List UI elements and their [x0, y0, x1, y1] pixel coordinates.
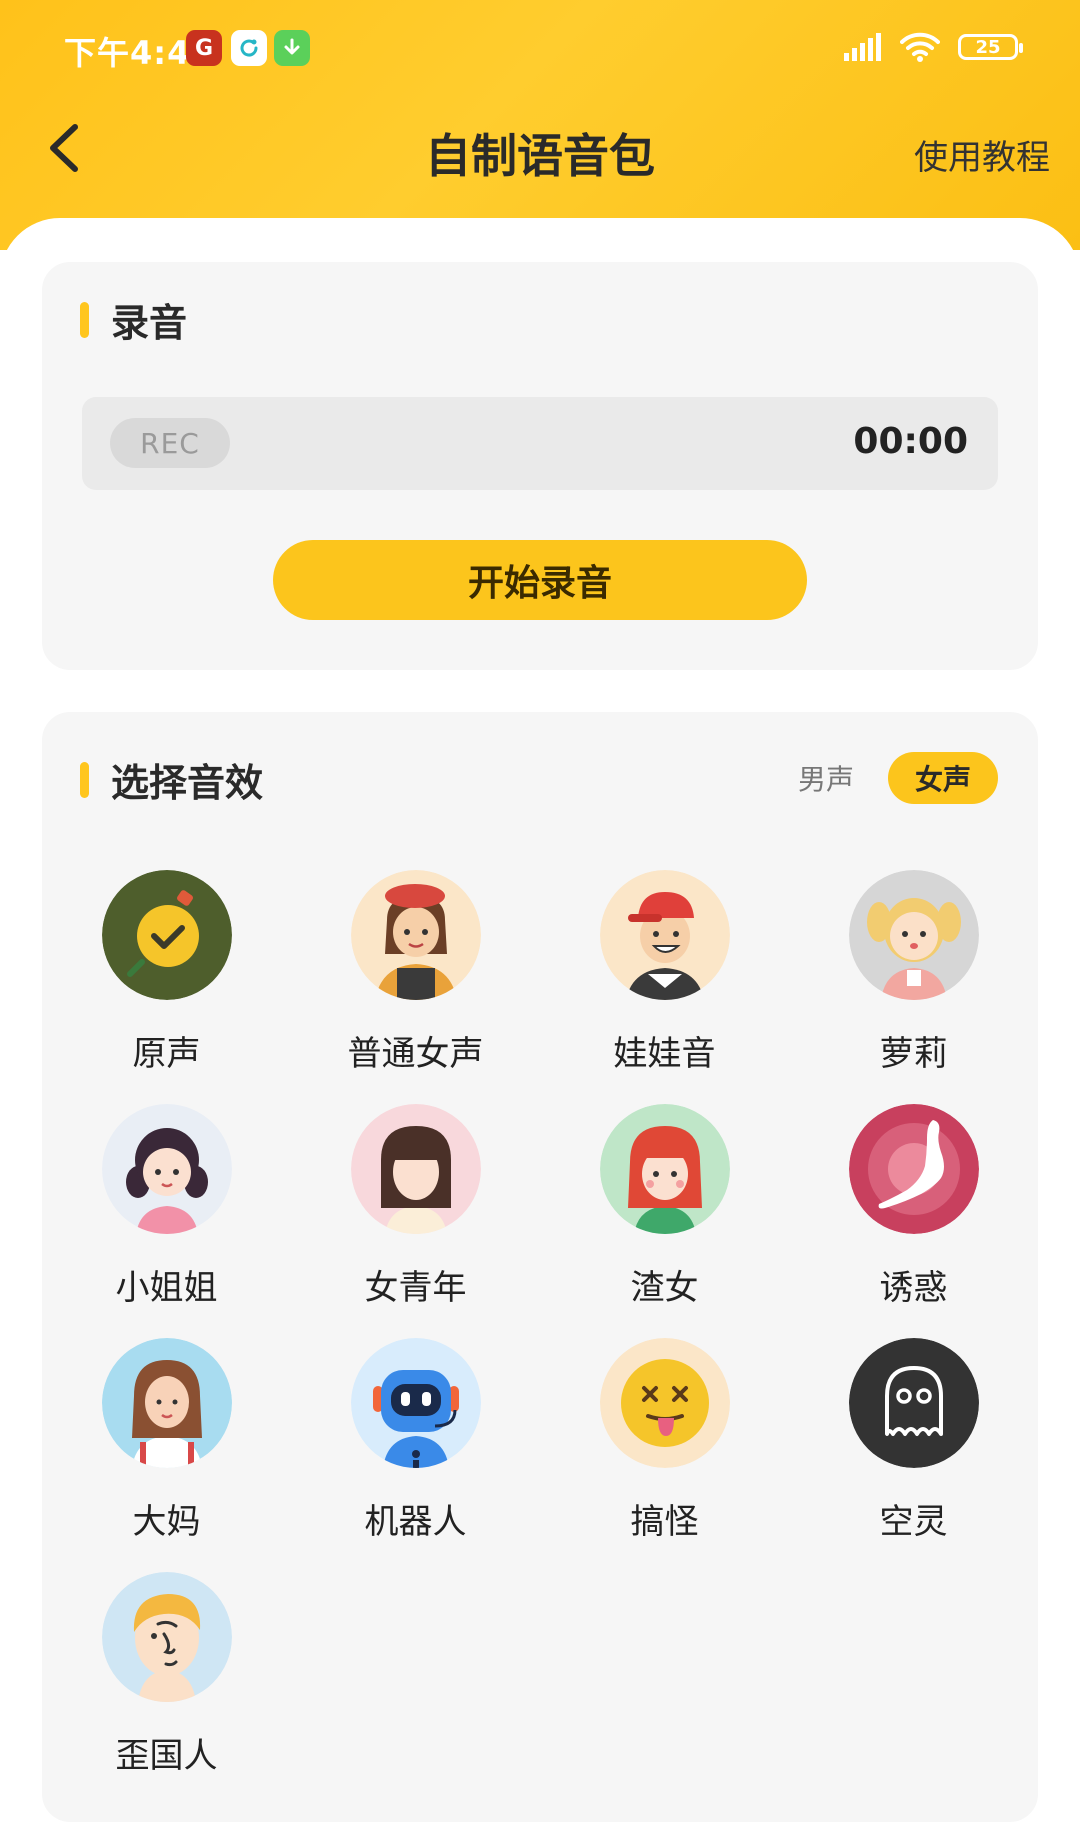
effect-label: 普通女声: [347, 1034, 484, 1074]
gender-option-male[interactable]: 男声: [798, 758, 854, 798]
effect-label: 小姐姐: [115, 1268, 218, 1308]
tutorial-link[interactable]: 使用教程: [914, 130, 1050, 179]
effect-item-funny[interactable]: 搞怪: [540, 1338, 789, 1572]
rec-badge: REC: [110, 418, 230, 468]
effect-item-young-lady[interactable]: 小姐姐: [42, 1104, 291, 1338]
effect-item-seduction[interactable]: 诱惑: [789, 1104, 1038, 1338]
gender-option-female[interactable]: 女声: [888, 752, 998, 804]
effect-label: 歪国人: [115, 1736, 218, 1776]
effect-label: 空灵: [879, 1502, 948, 1542]
original-voice-icon: [101, 870, 232, 1000]
effect-label: 诱惑: [879, 1268, 948, 1308]
young-woman-avatar-icon: [350, 1104, 481, 1234]
effect-item-ethereal[interactable]: 空灵: [789, 1338, 1038, 1572]
status-bar: 下午4:41 G 25: [0, 22, 1080, 78]
foreigner-avatar-icon: [101, 1572, 232, 1702]
effect-label: 机器人: [364, 1502, 467, 1542]
effect-item-baby-voice[interactable]: 娃娃音: [540, 870, 789, 1104]
recording-section-header: 录音: [80, 292, 187, 347]
effect-label: 娃娃音: [613, 1034, 716, 1074]
start-recording-button[interactable]: 开始录音: [273, 540, 807, 620]
navigation-bar: 自制语音包 使用教程: [0, 108, 1080, 188]
refresh-app-icon: [231, 30, 267, 66]
download-app-icon: [274, 30, 310, 66]
ghost-icon: [848, 1338, 979, 1468]
effects-section-title: 选择音效: [111, 761, 264, 805]
boy-cap-avatar-icon: [599, 870, 730, 1000]
battery-level: 25: [975, 36, 1001, 58]
header-background: 下午4:41 G 25 自制语音包 使用教程: [0, 0, 1080, 250]
effect-item-original[interactable]: 原声: [42, 870, 291, 1104]
effect-item-young-woman[interactable]: 女青年: [291, 1104, 540, 1338]
effects-section-header: 选择音效: [80, 752, 263, 807]
effects-grid: 原声 普通女声 娃娃音 萝莉 小姐姐 女青年 渣女 诱惑 大妈 机器人 搞怪 空…: [42, 870, 1038, 1806]
recording-timer: 00:00: [853, 421, 968, 462]
effect-item-auntie[interactable]: 大妈: [42, 1338, 291, 1572]
recording-section-title: 录音: [111, 301, 188, 345]
effect-item-normal-female[interactable]: 普通女声: [291, 870, 540, 1104]
effect-label: 萝莉: [879, 1034, 948, 1074]
effect-label: 大妈: [132, 1502, 201, 1542]
silly-face-icon: [599, 1338, 730, 1468]
effect-item-robot[interactable]: 机器人: [291, 1338, 540, 1572]
gender-toggle: 男声 女声: [798, 752, 998, 804]
effect-item-foreigner[interactable]: 歪国人: [42, 1572, 291, 1806]
effects-card: 选择音效 男声 女声 原声 普通女声 娃娃音 萝莉 小姐姐 女青年 渣女 诱惑 …: [42, 712, 1038, 1822]
robot-icon: [350, 1338, 481, 1468]
effect-label: 女青年: [364, 1268, 467, 1308]
redhead-girl-avatar-icon: [599, 1104, 730, 1234]
section-accent-bar: [80, 761, 89, 798]
effect-item-scum-girl[interactable]: 渣女: [540, 1104, 789, 1338]
auntie-avatar-icon: [101, 1338, 232, 1468]
game-app-icon: G: [186, 30, 222, 66]
section-accent-bar: [80, 301, 89, 338]
little-girl-avatar-icon: [848, 870, 979, 1000]
battery-indicator: 25: [958, 34, 1023, 60]
recording-status-box: REC 00:00: [82, 397, 998, 490]
effect-label: 原声: [132, 1034, 201, 1074]
effect-label: 搞怪: [630, 1502, 699, 1542]
recording-card: 录音 REC 00:00 开始录音: [42, 262, 1038, 670]
young-lady-avatar-icon: [101, 1104, 232, 1234]
wifi-icon: [900, 32, 940, 62]
effect-item-loli[interactable]: 萝莉: [789, 870, 1038, 1104]
signal-icon: [844, 33, 881, 61]
seductive-silhouette-icon: [848, 1104, 979, 1234]
woman-beret-avatar-icon: [350, 870, 481, 1000]
effect-label: 渣女: [630, 1268, 699, 1308]
